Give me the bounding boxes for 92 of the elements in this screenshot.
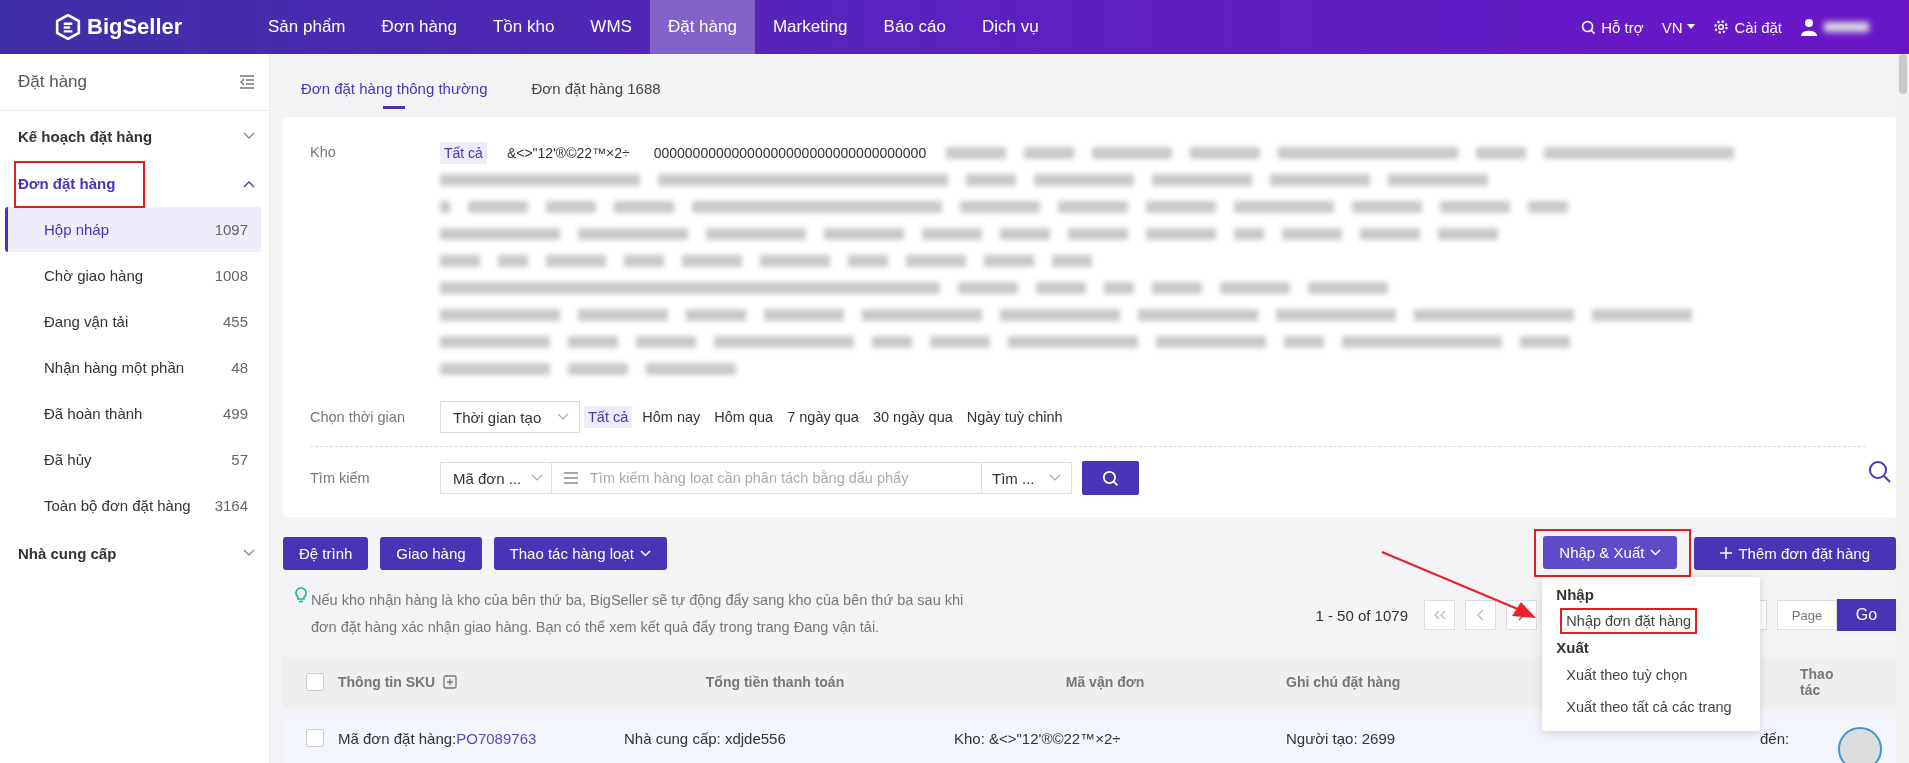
chevron-icon	[243, 180, 255, 188]
column-header: Thao tác	[1800, 666, 1835, 698]
nav-tab[interactable]: Đơn hàng	[363, 0, 475, 54]
table-cell: đến:	[1760, 729, 1790, 747]
blurred-username	[1824, 22, 1869, 32]
plus-icon	[1720, 547, 1733, 559]
menu-item[interactable]: Nhập đơn đặt hàng	[1560, 608, 1698, 634]
sidebar-title: Đặt hàng	[18, 72, 87, 92]
tab[interactable]: Đơn đặt hàng 1688	[531, 72, 661, 109]
warehouse-option[interactable]: &<>"12'®©22™×2÷	[502, 141, 634, 164]
chevron-icon	[531, 474, 543, 482]
nav-tab[interactable]: Tồn kho	[474, 0, 573, 54]
nav-tab[interactable]: Báo cáo	[865, 0, 964, 54]
settings-icon	[1713, 19, 1730, 35]
search-icon	[1102, 469, 1119, 487]
sidebar-item[interactable]: Chờ giao hàng 1008	[5, 253, 261, 298]
tab[interactable]: Đơn đặt hàng thông thường	[301, 72, 488, 109]
go-button[interactable]: Go	[1837, 599, 1896, 631]
search-icon	[1581, 19, 1597, 35]
chevron-icon	[243, 549, 255, 557]
logo-icon	[55, 14, 81, 40]
filter-label: Kho	[310, 143, 337, 162]
column-header: Tổng tiền thanh toán	[705, 674, 845, 690]
sidebar-group[interactable]: Kế hoạch đặt hàng	[0, 113, 269, 159]
scrollbar[interactable]	[1896, 54, 1909, 763]
list-icon	[564, 472, 578, 484]
table-cell-text: Nhà cung cấp: xdjde556	[623, 729, 786, 747]
table-cell-text: Kho: &<>"12'®©22™×2÷	[953, 729, 1121, 747]
sidebar-item[interactable]: Toàn bộ đơn đặt hàng 3164	[5, 483, 261, 528]
search-button[interactable]	[1082, 461, 1139, 495]
search-field[interactable]: Tìm kiếm hàng loạt cần phân tách bằng dấu phẩy	[552, 462, 982, 494]
time-option[interactable]: Hôm qua	[710, 406, 778, 428]
sidebar-item[interactable]: Đã hủy 57	[5, 437, 261, 482]
chevron-icon	[1477, 609, 1484, 621]
time-option[interactable]: Tất cả	[584, 406, 633, 428]
search-field-select[interactable]: Mã đơn ...	[440, 462, 552, 494]
column-header: Ghi chú đặt hàng	[1286, 674, 1401, 690]
filter-label: Tìm kiếm	[310, 468, 371, 488]
sidebar-group[interactable]: Nhà cung cấp	[0, 530, 269, 576]
column-header: Mã vận đơn	[1065, 674, 1145, 690]
caret-icon	[639, 549, 651, 557]
nav-tab[interactable]: WMS	[572, 0, 650, 54]
search-icon[interactable]	[1868, 460, 1892, 484]
row-checkbox[interactable]	[306, 729, 324, 747]
table-cell: Người tạo: 2699	[1286, 729, 1396, 747]
sidebar-item[interactable]: Đã hoàn thành 499	[5, 391, 261, 436]
nav-tab[interactable]: Dịch vụ	[963, 0, 1057, 54]
column-header: Thông tin SKU	[338, 674, 436, 690]
nav-tab[interactable]: Marketing	[754, 0, 866, 54]
nav-tab[interactable]: Đặt hàng	[649, 0, 755, 54]
nav-tab[interactable]: Sản phẩm	[250, 0, 364, 54]
filter-label: Chọn thời gian	[310, 408, 406, 427]
warehouse-option[interactable]: Tất cả	[440, 141, 487, 164]
time-option[interactable]: Hôm nay	[638, 406, 705, 428]
help-link[interactable]: Hỗ trợ	[1581, 18, 1644, 36]
page-input[interactable]: Page	[1777, 600, 1837, 630]
chevron-icon	[557, 413, 569, 421]
double-chevron-icon	[1433, 610, 1446, 620]
page-range: 1 - 50 of 1079	[1315, 606, 1408, 624]
lightbulb-icon	[295, 587, 307, 603]
menu-heading: Nhập	[1555, 585, 1595, 605]
chevron-icon	[243, 132, 255, 140]
settings-link[interactable]: Cài đặt	[1713, 18, 1782, 36]
sidebar-item[interactable]: Hộp nháp 1097	[5, 207, 261, 252]
import-export-button[interactable]: Nhập & Xuất	[1543, 536, 1678, 569]
collapse-icon[interactable]	[239, 75, 255, 89]
brand-name: BigSeller	[87, 14, 183, 40]
time-type-select[interactable]: Thời gian tạo	[440, 401, 580, 433]
user-icon[interactable]	[1800, 18, 1818, 36]
time-option[interactable]: 7 ngày qua	[783, 406, 863, 428]
time-option[interactable]: 30 ngày qua	[868, 406, 957, 428]
menu-heading: Xuất	[1555, 638, 1590, 658]
language-select[interactable]: VN	[1661, 18, 1696, 36]
warehouse-option[interactable]: 00000000000000000000000000000000000	[649, 141, 931, 164]
sidebar-item[interactable]: Nhận hàng một phần 48	[5, 345, 261, 390]
action-button[interactable]: Đệ trình	[283, 536, 369, 570]
action-button[interactable]: Thao tác hàng loạt	[493, 536, 667, 570]
caret-icon	[1687, 24, 1696, 30]
caret-icon	[1650, 549, 1662, 556]
select-all-checkbox[interactable]	[306, 673, 324, 691]
order-number-link[interactable]: PO7089763	[456, 729, 537, 747]
chevron-icon	[1049, 474, 1061, 482]
plus-square-icon[interactable]	[443, 675, 458, 689]
menu-item[interactable]: Xuất theo tuỳ chọn	[1542, 659, 1761, 691]
time-option[interactable]: Ngày tuỳ chỉnh	[962, 406, 1067, 428]
table-cell: Mã đơn đặt hàng:	[338, 729, 457, 747]
sidebar-item[interactable]: Đang vận tải 455	[5, 299, 261, 344]
search-mode-select[interactable]: Tìm ...	[982, 462, 1072, 494]
hint-text: Nếu kho nhận hàng là kho của bên thứ ba, BigSeller sẽ tự động đẩy sang kho của bên thứ ba sau khi đơn đặt hàng xác nhận giao hàng. Bạn có thể xem kết quả đẩy trong trang Đang vận tải.	[311, 591, 965, 637]
add-order-button[interactable]: Thêm đơn đặt hàng	[1694, 536, 1896, 570]
menu-item[interactable]: Xuất theo tất cả các trang	[1542, 691, 1761, 723]
action-button[interactable]: Giao hàng	[380, 536, 482, 570]
